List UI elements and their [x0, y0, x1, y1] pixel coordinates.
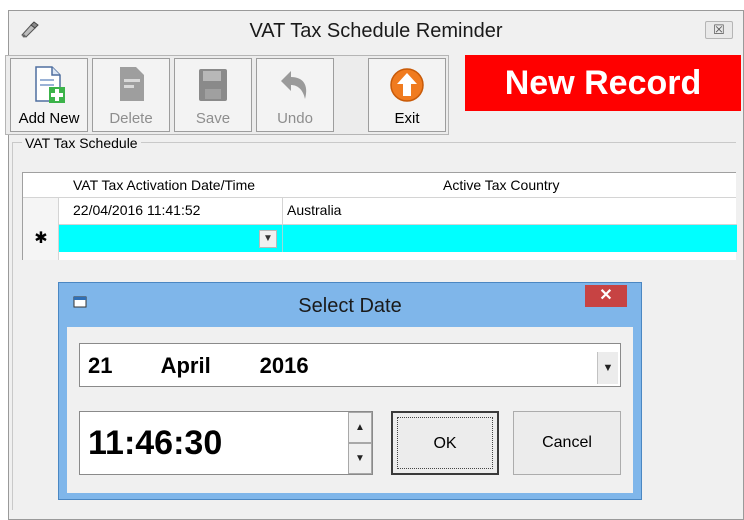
- new-row-date-cell[interactable]: ▼: [59, 225, 283, 252]
- date-picker[interactable]: 21 April 2016 ▼: [79, 343, 621, 387]
- spin-down-icon[interactable]: ▼: [348, 443, 372, 474]
- toolbar: Add New Delete Save Undo Exit: [5, 55, 449, 135]
- column-header-activation-date[interactable]: VAT Tax Activation Date/Time: [73, 177, 255, 193]
- ok-label: OK: [397, 417, 493, 469]
- delete-button[interactable]: Delete: [92, 58, 170, 132]
- exit-button[interactable]: Exit: [368, 58, 446, 132]
- undo-arrow-icon: [281, 71, 307, 99]
- time-spinner[interactable]: 11:46:30 ▲ ▼: [79, 411, 373, 475]
- exit-up-arrow-icon: [390, 68, 424, 102]
- undo-button[interactable]: Undo: [256, 58, 334, 132]
- save-label: Save: [195, 110, 231, 127]
- date-day: 21: [88, 353, 113, 378]
- title-bar: VAT Tax Schedule Reminder ☒: [9, 11, 743, 51]
- grid-header: VAT Tax Activation Date/Time Active Tax …: [23, 173, 736, 198]
- delete-label: Delete: [109, 110, 153, 127]
- delete-document-icon: [120, 67, 144, 101]
- save-button[interactable]: Save: [174, 58, 252, 132]
- date-month: April: [160, 353, 211, 378]
- chevron-down-icon[interactable]: ▼: [259, 230, 277, 248]
- spin-up-icon[interactable]: ▲: [348, 412, 372, 443]
- ok-button[interactable]: OK: [391, 411, 499, 475]
- time-value[interactable]: 11:46:30: [88, 424, 222, 463]
- date-year: 2016: [259, 353, 309, 378]
- cell-tax-country[interactable]: Australia: [283, 197, 737, 224]
- new-row[interactable]: ▼: [59, 225, 737, 252]
- dialog-body: 21 April 2016 ▼ 11:46:30 ▲ ▼ OK Cancel: [67, 327, 633, 493]
- dialog-close-button[interactable]: ✕: [585, 285, 627, 307]
- select-date-dialog: Select Date ✕ 21 April 2016 ▼ 11:46:30 ▲…: [58, 282, 642, 500]
- date-value: 21 April 2016: [88, 353, 309, 379]
- new-row-marker: ✱: [34, 230, 48, 247]
- new-record-banner: New Record: [465, 55, 741, 111]
- group-label: VAT Tax Schedule: [22, 135, 141, 151]
- dialog-title: Select Date: [298, 295, 402, 317]
- add-document-icon: [35, 66, 65, 103]
- cell-activation-date[interactable]: 22/04/2016 11:41:52: [59, 197, 283, 224]
- undo-label: Undo: [277, 110, 313, 127]
- schedule-grid[interactable]: VAT Tax Activation Date/Time Active Tax …: [22, 172, 737, 260]
- cancel-button[interactable]: Cancel: [513, 411, 621, 475]
- add-new-label: Add New: [18, 110, 80, 127]
- column-header-tax-country[interactable]: Active Tax Country: [443, 177, 559, 193]
- window-close-button[interactable]: ☒: [705, 21, 733, 39]
- add-new-button[interactable]: Add New: [10, 58, 88, 132]
- floppy-disk-icon: [199, 69, 227, 101]
- chevron-down-icon[interactable]: ▼: [597, 352, 618, 384]
- table-row[interactable]: 22/04/2016 11:41:52 Australia: [59, 197, 737, 225]
- exit-label: Exit: [394, 110, 420, 127]
- window-title: VAT Tax Schedule Reminder: [249, 20, 503, 42]
